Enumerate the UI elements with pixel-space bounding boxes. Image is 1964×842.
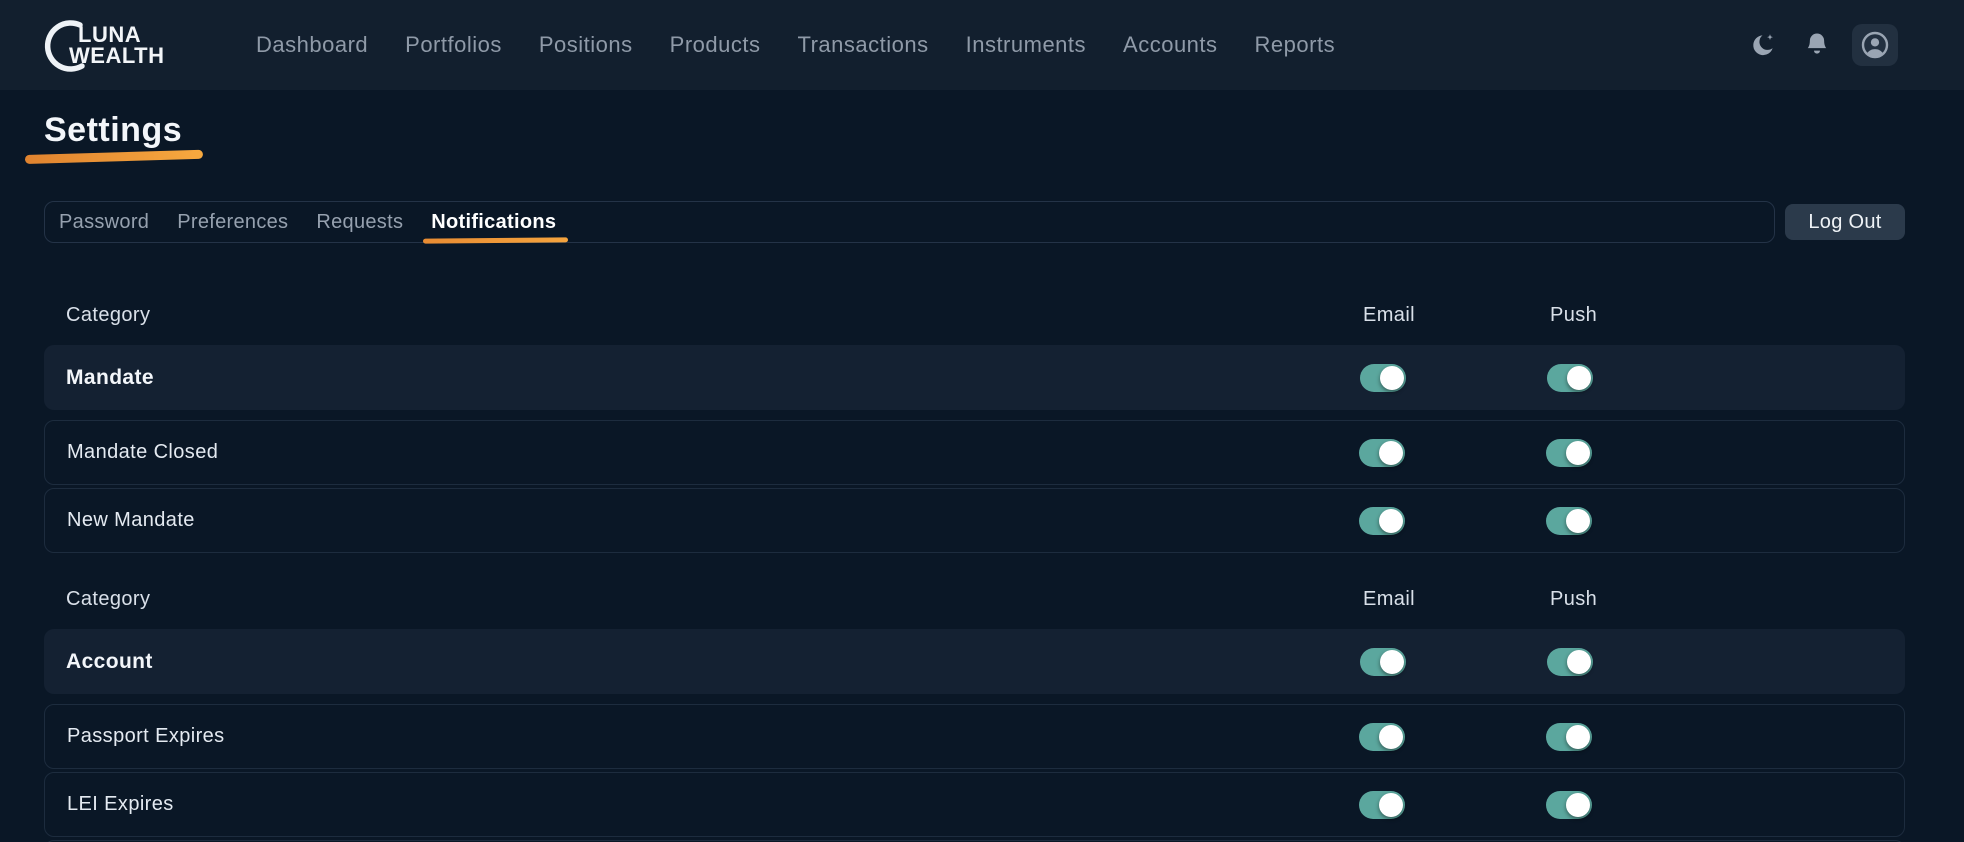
nav-item-reports[interactable]: Reports [1255,32,1336,58]
nav-item-accounts[interactable]: Accounts [1123,32,1218,58]
nav-item-positions[interactable]: Positions [539,32,633,58]
title-accent-underline [25,150,203,164]
row-label: LEI Expires [67,793,1359,816]
toggle-knob [1566,441,1590,465]
luna-crescent-arc-icon [38,19,96,75]
toggle-knob [1567,366,1591,390]
toggle-knob [1379,793,1403,817]
email-toggle[interactable] [1360,648,1406,676]
tab-preferences[interactable]: Preferences [163,202,302,242]
push-toggle[interactable] [1546,791,1592,819]
settings-tab-bar: Password Preferences Requests Notificati… [44,201,1775,243]
toggle-knob [1380,650,1404,674]
toggle-knob [1379,441,1403,465]
toggle-knob [1380,366,1404,390]
push-toggle[interactable] [1546,507,1592,535]
email-toggle[interactable] [1360,364,1406,392]
column-header-push: Push [1547,588,1905,611]
push-toggle[interactable] [1546,723,1592,751]
nav-right-actions [1744,24,1898,66]
column-header-category: Category [66,588,1360,611]
email-toggle[interactable] [1359,439,1405,467]
toggle-knob [1566,793,1590,817]
nav-item-products[interactable]: Products [670,32,761,58]
push-toggle[interactable] [1547,364,1593,392]
column-header-category: Category [66,304,1360,327]
table-row-account: Account [44,629,1905,694]
active-tab-underline [423,237,568,243]
email-toggle[interactable] [1359,791,1405,819]
brand-logo[interactable]: LUNA WEALTH [44,0,204,90]
nav-item-transactions[interactable]: Transactions [797,32,928,58]
toggle-knob [1566,509,1590,533]
nav-item-dashboard[interactable]: Dashboard [256,32,368,58]
nav-item-portfolios[interactable]: Portfolios [405,32,502,58]
push-toggle[interactable] [1547,648,1593,676]
top-nav-bar: LUNA WEALTH Dashboard Portfolios Positio… [0,0,1964,90]
tab-password[interactable]: Password [45,202,163,242]
table-row-mandate: Mandate [44,345,1905,410]
tab-notifications-label: Notifications [431,211,556,234]
column-header-push: Push [1547,304,1905,327]
main-nav: Dashboard Portfolios Positions Products … [256,32,1335,58]
dark-mode-toggle-button[interactable] [1744,26,1782,64]
toggle-knob [1379,725,1403,749]
nav-item-instruments[interactable]: Instruments [966,32,1086,58]
page-title: Settings [44,110,1905,150]
notifications-button[interactable] [1798,26,1836,64]
table-row-lei-expires: LEI Expires [44,772,1905,837]
column-header-email: Email [1360,588,1547,611]
table-row-new-mandate: New Mandate [44,488,1905,553]
table-header-row: Category Email Push [44,579,1905,619]
user-avatar-icon [1859,29,1891,61]
toggle-knob [1567,650,1591,674]
table-row-passport-expires: Passport Expires [44,704,1905,769]
bell-icon [1802,30,1832,60]
settings-page: Settings Password Preferences Requests N… [0,110,1964,842]
email-toggle[interactable] [1359,507,1405,535]
tab-requests[interactable]: Requests [302,202,417,242]
table-row-mandate-closed: Mandate Closed [44,420,1905,485]
table-header-row: Category Email Push [44,295,1905,335]
email-toggle[interactable] [1359,723,1405,751]
toggle-knob [1379,509,1403,533]
row-label: Account [66,650,1360,674]
settings-tab-row: Password Preferences Requests Notificati… [44,201,1905,243]
tab-notifications[interactable]: Notifications [417,202,570,242]
moon-star-icon [1748,30,1778,60]
column-header-email: Email [1360,304,1547,327]
logout-button[interactable]: Log Out [1785,204,1905,240]
row-label: New Mandate [67,509,1359,532]
user-menu-button[interactable] [1852,24,1898,66]
row-label: Passport Expires [67,725,1359,748]
toggle-knob [1566,725,1590,749]
row-label: Mandate Closed [67,441,1359,464]
row-label: Mandate [66,366,1360,390]
push-toggle[interactable] [1546,439,1592,467]
